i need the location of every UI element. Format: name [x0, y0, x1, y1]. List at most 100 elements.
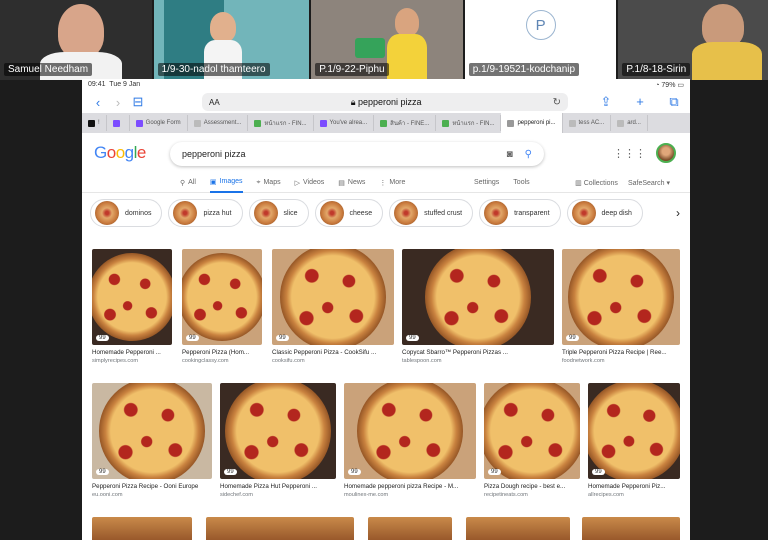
suggestion-chip[interactable]: cheese: [314, 199, 384, 227]
chevron-right-icon[interactable]: ›: [666, 199, 690, 227]
image-result[interactable]: 99 Pizza Dough recipe - best e... recipeti…: [484, 383, 580, 498]
pizza-thumbnail[interactable]: 99: [220, 383, 336, 479]
pizza-thumbnail[interactable]: 99: [402, 249, 554, 345]
image-result[interactable]: [92, 517, 192, 540]
tab-favicon-icon: [442, 119, 450, 127]
pizza-thumbnail[interactable]: 99: [92, 249, 172, 345]
result-title[interactable]: Pepperoni Pizza Recipe - Ooni Europe: [92, 483, 212, 490]
browser-tab[interactable]: ard...: [611, 115, 648, 131]
image-result[interactable]: [466, 517, 570, 540]
pizza-thumbnail[interactable]: 99: [182, 249, 262, 345]
tab-label: tess AC...: [578, 120, 605, 126]
pizza-thumbnail[interactable]: 99: [272, 249, 394, 345]
participant-video: [355, 38, 386, 58]
search-input[interactable]: pepperoni pizza ◙ ⚲: [170, 142, 544, 166]
search-icon[interactable]: ⚲: [525, 149, 532, 160]
pizza-thumbnail[interactable]: [92, 517, 192, 540]
participant-tile[interactable]: P.1/9-22-Piphu: [311, 0, 463, 80]
reload-icon[interactable]: ↻: [553, 97, 561, 108]
avatar[interactable]: [656, 143, 676, 163]
wifi-icon: ◔: [655, 82, 660, 89]
image-result[interactable]: 99 Classic Pepperoni Pizza - CookSifu ...…: [272, 249, 394, 364]
pizza-thumbnail[interactable]: 99: [562, 249, 680, 345]
browser-tab[interactable]: หน้าแรก - FIN...: [436, 115, 502, 131]
settings-link[interactable]: Settings: [474, 179, 499, 186]
participant-tile[interactable]: Samuel Needham: [0, 0, 152, 80]
result-title[interactable]: Homemade pepperoni pizza Recipe - M...: [344, 483, 476, 490]
image-result[interactable]: 99 Homemade Pepperoni ... simplyrecipes.co…: [92, 249, 172, 364]
back-icon[interactable]: ‹: [88, 95, 108, 110]
result-title[interactable]: Classic Pepperoni Pizza - CookSifu ...: [272, 349, 394, 356]
suggestion-chip[interactable]: slice: [248, 199, 309, 227]
apps-grid-icon[interactable]: ⋮⋮⋮: [613, 147, 646, 160]
tab-all[interactable]: ⚲ All: [180, 173, 196, 193]
tab-maps[interactable]: ⌖ Maps: [257, 173, 281, 193]
tab-news[interactable]: ▤ News: [338, 173, 365, 193]
suggestion-chip[interactable]: deep dish: [566, 199, 643, 227]
forward-icon[interactable]: ›: [108, 95, 128, 110]
tab-images[interactable]: ▣ Images: [209, 173, 243, 193]
pizza-thumbnail[interactable]: [368, 517, 452, 540]
participant-name: Samuel Needham: [4, 63, 93, 76]
browser-tab[interactable]: [107, 115, 130, 131]
image-result[interactable]: 99 Homemade pepperoni pizza Recipe - M...…: [344, 383, 476, 498]
browser-tab[interactable]: !: [82, 115, 107, 131]
browser-tab[interactable]: You've alrea...: [314, 115, 375, 131]
camera-icon[interactable]: ◙: [507, 149, 513, 160]
result-title[interactable]: Homemade Pepperoni ...: [92, 349, 172, 356]
image-result[interactable]: 99 Pepperoni Pizza (Hom... cookingclassy.c…: [182, 249, 262, 364]
reader-aa-button[interactable]: AA: [209, 98, 220, 107]
address-bar[interactable]: AA 🔒︎ pepperoni pizza ↻: [202, 93, 568, 111]
pizza-thumbnail[interactable]: 99: [588, 383, 680, 479]
result-title[interactable]: Triple Pepperoni Pizza Recipe | Ree...: [562, 349, 680, 356]
browser-tab[interactable]: pepperoni pi...: [501, 113, 563, 133]
participant-video: [209, 12, 236, 42]
result-title[interactable]: Pepperoni Pizza (Hom...: [182, 349, 262, 356]
pizza-thumbnail[interactable]: [466, 517, 570, 540]
suggestion-chip[interactable]: dominos: [90, 199, 163, 227]
participant-tile[interactable]: P p.1/9-19521-kodchanip: [464, 0, 617, 80]
chip-thumbnail: [484, 201, 509, 225]
result-title[interactable]: Homemade Pepperoni Piz...: [588, 483, 680, 490]
image-result[interactable]: [368, 517, 452, 540]
image-result[interactable]: 99 Copycat Sbarro™ Pepperoni Pizzas ... ta…: [402, 249, 554, 364]
pizza-thumbnail[interactable]: 99: [344, 383, 476, 479]
result-title[interactable]: Pizza Dough recipe - best e...: [484, 483, 580, 490]
tab-label: You've alrea...: [329, 120, 368, 126]
google-logo[interactable]: Google: [94, 143, 146, 163]
share-icon[interactable]: ⇪: [596, 94, 616, 110]
browser-tab[interactable]: หน้าแรก - FIN...: [248, 115, 314, 131]
new-tab-icon[interactable]: +: [630, 94, 650, 110]
pizza-thumbnail[interactable]: [582, 517, 680, 540]
tab-more[interactable]: ⋮ More: [379, 173, 405, 193]
image-result[interactable]: [206, 517, 354, 540]
pizza-thumbnail[interactable]: 99: [92, 383, 212, 479]
image-result[interactable]: 99 Homemade Pepperoni Piz... allrecipes.co…: [588, 383, 680, 498]
result-title[interactable]: Copycat Sbarro™ Pepperoni Pizzas ...: [402, 349, 554, 356]
participant-tile[interactable]: P.1/8-18-Sirin: [618, 0, 768, 80]
result-title[interactable]: Homemade Pizza Hut Pepperoni ...: [220, 483, 336, 490]
image-result[interactable]: 99 Homemade Pizza Hut Pepperoni ... sidech…: [220, 383, 336, 498]
browser-tab[interactable]: สินค้า - FINE...: [374, 115, 437, 131]
collections-link[interactable]: ▥ Collections: [575, 179, 618, 187]
browser-tab[interactable]: Assessment...: [188, 115, 249, 131]
suggestion-chip[interactable]: pizza hut: [168, 199, 243, 227]
participant-tile[interactable]: 1/9-30-nadol thamteero: [153, 0, 310, 80]
tabs-icon[interactable]: ⧉: [664, 94, 684, 110]
safesearch-dropdown[interactable]: SafeSearch ▾: [628, 179, 670, 187]
suggestion-chip[interactable]: transparent: [479, 199, 561, 227]
pizza-thumbnail[interactable]: [206, 517, 354, 540]
tools-link[interactable]: Tools: [513, 179, 529, 186]
collections-icon: ▥: [575, 179, 582, 187]
result-source: cooksifu.com: [272, 358, 305, 364]
suggestion-chip[interactable]: stuffed crust: [389, 199, 474, 227]
image-result[interactable]: 99 Triple Pepperoni Pizza Recipe | Ree...…: [562, 249, 680, 364]
pizza-thumbnail[interactable]: 99: [484, 383, 580, 479]
image-result[interactable]: 99 Pepperoni Pizza Recipe - Ooni Europe eu…: [92, 383, 212, 498]
result-source: recipetineats.com: [484, 492, 528, 498]
tab-videos[interactable]: ▷ Videos: [295, 173, 325, 193]
image-result[interactable]: [582, 517, 680, 540]
book-icon[interactable]: ⊟: [128, 94, 148, 110]
browser-tab[interactable]: tess AC...: [563, 115, 612, 131]
browser-tab[interactable]: Google Form: [130, 115, 188, 131]
